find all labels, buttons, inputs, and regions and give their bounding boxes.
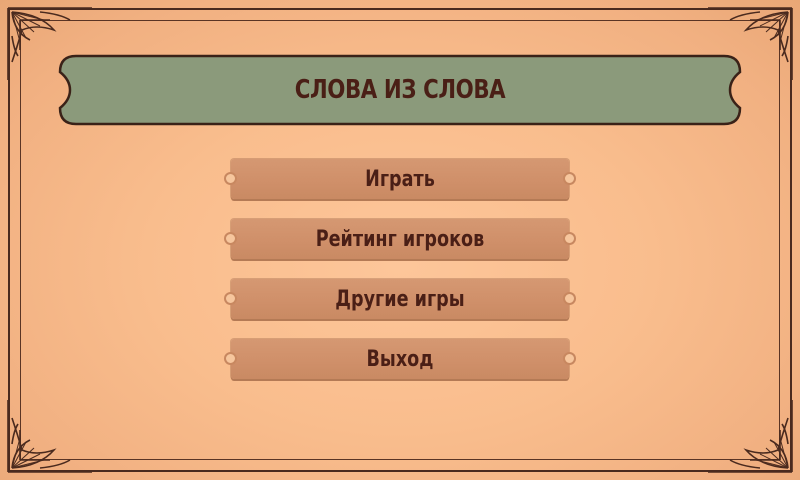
knob-icon bbox=[563, 172, 576, 185]
other-games-button[interactable]: Другие игры bbox=[222, 278, 578, 322]
knob-icon bbox=[224, 352, 237, 365]
knob-icon bbox=[224, 292, 237, 305]
knob-icon bbox=[563, 352, 576, 365]
knob-icon bbox=[224, 232, 237, 245]
play-button[interactable]: Играть bbox=[222, 158, 578, 202]
knob-icon bbox=[563, 232, 576, 245]
main-menu-screen: { "title": "СЛОВА ИЗ СЛОВА", "menu": { "… bbox=[0, 0, 800, 480]
title-banner: СЛОВА ИЗ СЛОВА bbox=[58, 54, 742, 126]
exit-button[interactable]: Выход bbox=[222, 338, 578, 382]
game-title: СЛОВА ИЗ СЛОВА bbox=[294, 75, 506, 105]
corner-ornament-icon bbox=[708, 400, 793, 473]
exit-button-label: Выход bbox=[366, 346, 434, 372]
leaderboard-button-label: Рейтинг игроков bbox=[315, 226, 485, 252]
corner-ornament-icon bbox=[7, 400, 92, 473]
main-menu: Играть Рейтинг игроков Другие игры Выход bbox=[222, 158, 578, 398]
knob-icon bbox=[224, 172, 237, 185]
other-games-button-label: Другие игры bbox=[335, 286, 465, 312]
knob-icon bbox=[563, 292, 576, 305]
leaderboard-button[interactable]: Рейтинг игроков bbox=[222, 218, 578, 262]
play-button-label: Играть bbox=[365, 166, 435, 192]
